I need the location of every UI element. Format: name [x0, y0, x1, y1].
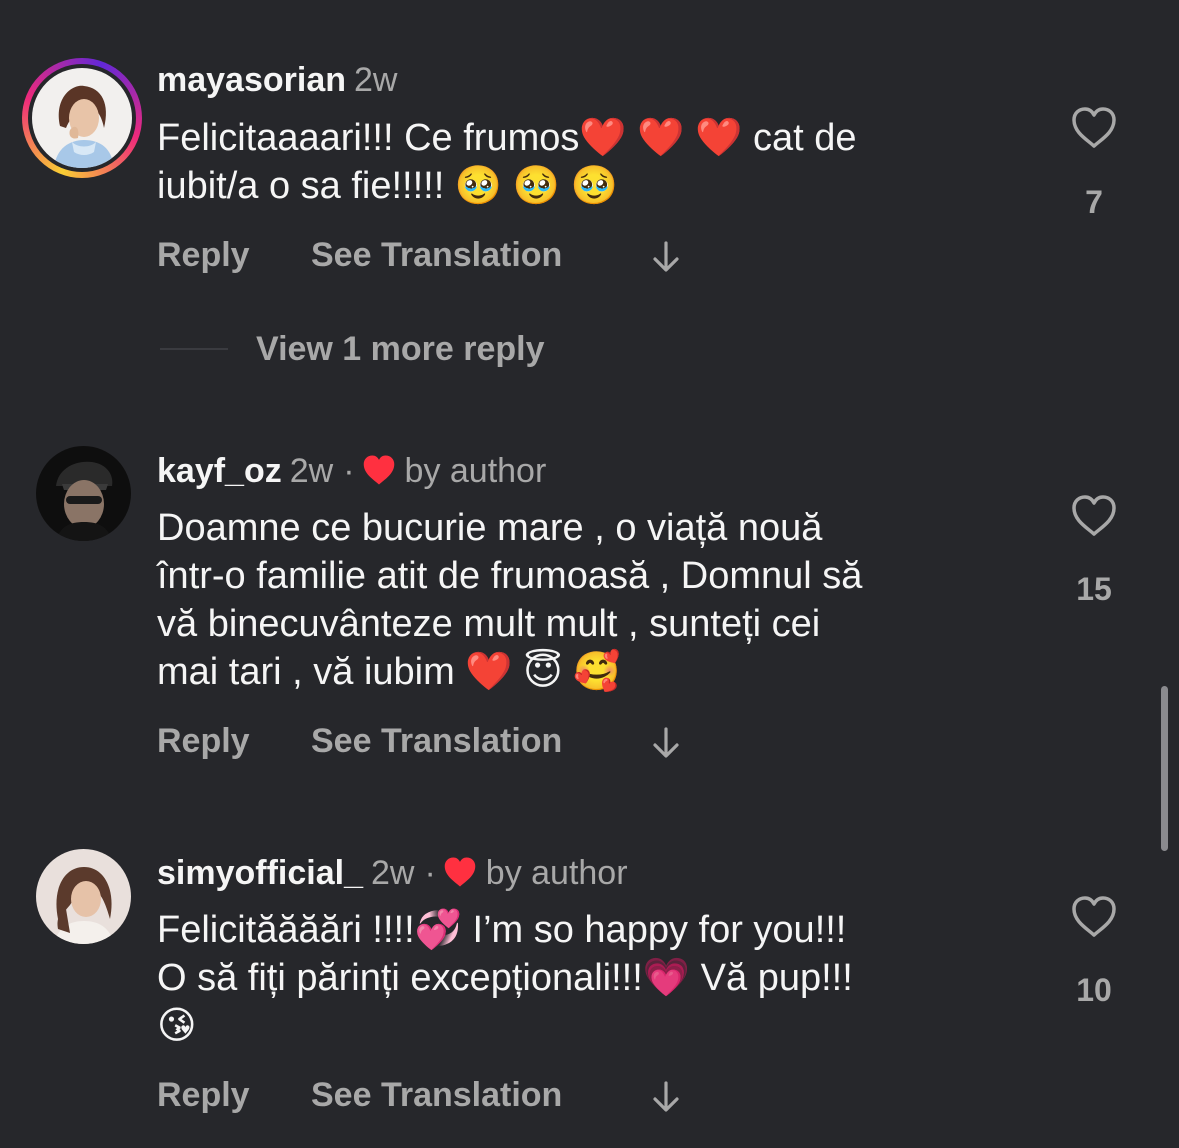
arrow-down-icon[interactable] [651, 241, 681, 282]
username[interactable]: simyofficial_ [157, 854, 363, 892]
like-count: 10 [1076, 972, 1112, 1008]
username[interactable]: kayf_oz [157, 452, 282, 490]
reply-button[interactable]: Reply [157, 235, 250, 275]
story-ring[interactable] [22, 58, 142, 178]
separator-dot: · [424, 854, 436, 892]
comment-text: Felicitaaaari!!! Ce frumos❤️ ❤️ ❤️ cat d… [157, 117, 857, 207]
username[interactable]: mayasorian [157, 61, 346, 99]
see-translation-button[interactable]: See Translation [311, 235, 562, 275]
comment-age: 2w [289, 452, 334, 490]
heart-filled-icon [361, 454, 397, 495]
comment-meta: kayf_oz 2w · by author [157, 451, 546, 495]
comment-meta: mayasorian 2w [157, 60, 397, 100]
avatar[interactable] [36, 849, 131, 944]
like-count: 15 [1076, 571, 1112, 607]
heart-outline-icon[interactable] [1070, 106, 1118, 150]
comment-text: Doamne ce bucurie mare , o viață nouă în… [157, 507, 863, 693]
arrow-down-icon[interactable] [651, 727, 681, 768]
comment-text: Felicităăăări !!!!💞 I’m so happy for you… [157, 909, 853, 1047]
like-count: 7 [1085, 184, 1103, 220]
arrow-down-icon[interactable] [651, 1081, 681, 1122]
avatar[interactable] [32, 68, 132, 168]
heart-filled-icon [442, 856, 478, 897]
heart-outline-icon[interactable] [1070, 895, 1118, 939]
reply-button[interactable]: Reply [157, 1075, 250, 1115]
liked-by-author-label: by author [485, 854, 628, 892]
comment-meta: simyofficial_ 2w · by author [157, 853, 628, 897]
comment-age: 2w [354, 61, 398, 99]
see-translation-button[interactable]: See Translation [311, 721, 562, 761]
liked-by-author-label: by author [404, 452, 547, 490]
reply-button[interactable]: Reply [157, 721, 250, 761]
avatar[interactable] [36, 446, 131, 541]
separator-dot: · [343, 452, 355, 490]
see-translation-button[interactable]: See Translation [311, 1075, 562, 1115]
scrollbar[interactable] [1161, 686, 1168, 851]
reply-thread-line [160, 348, 228, 350]
comment-age: 2w [370, 854, 415, 892]
heart-outline-icon[interactable] [1070, 494, 1118, 538]
view-more-replies-label[interactable]: View 1 more reply [256, 330, 545, 369]
